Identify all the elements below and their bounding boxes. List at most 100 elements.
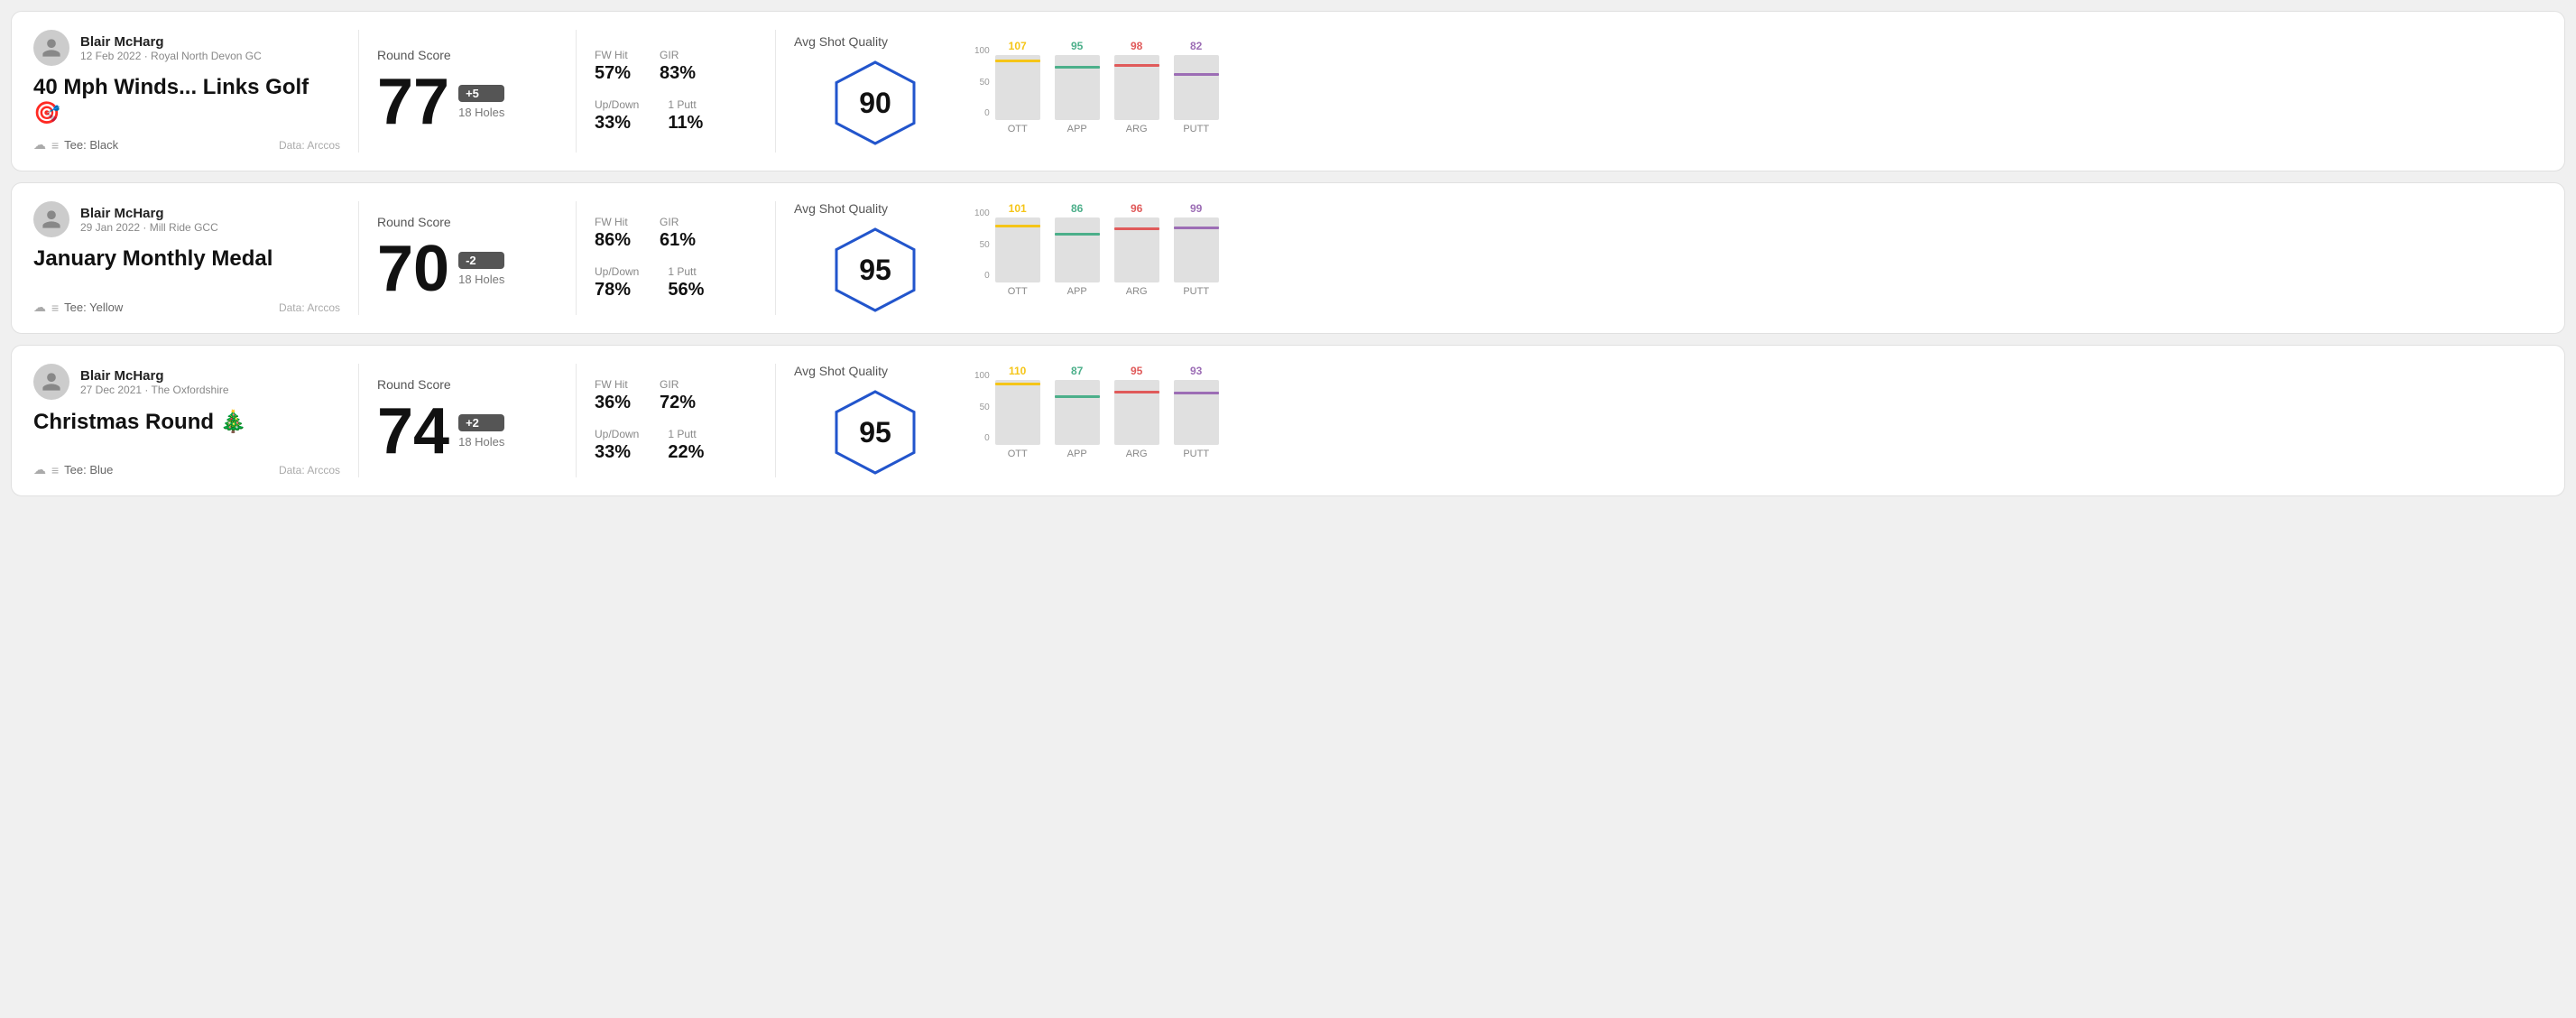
gir-value-3: 72% [660,393,696,413]
fw-hit-value-3: 36% [595,393,631,413]
quality-number-3: 95 [859,416,891,449]
score-label-3: Round Score [377,377,558,392]
updown-stat-3: Up/Down 33% [595,428,639,463]
left-section-2: Blair McHarg 29 Jan 2022 · Mill Ride GCC… [33,201,340,315]
quality-number-2: 95 [859,254,891,287]
user-row-1: Blair McHarg 12 Feb 2022 · Royal North D… [33,30,340,66]
gir-value-2: 61% [660,230,696,251]
bar-group-putt: 82 PUTT [1174,40,1219,134]
data-source-3: Data: Arccos [279,464,340,477]
quality-label-2: Avg Shot Quality [794,201,888,216]
bottom-row-1: ☁ ≡ Tee: Black Data: Arccos [33,137,340,153]
score-section-1: Round Score 77 +5 18 Holes [377,30,558,153]
stats-section-1: FW Hit 57% GIR 83% Up/Down 33% 1 Putt 11… [595,30,757,153]
quality-section-2: Avg Shot Quality 95 [794,201,956,315]
divider-2-1 [576,30,577,153]
round-title-2: January Monthly Medal [33,246,340,272]
score-main-1: 77 +5 18 Holes [377,69,558,134]
bar-accent-arg [1114,64,1159,67]
tee-info-1: ☁ ≡ Tee: Black [33,137,118,153]
y-axis-100: 100 [974,208,990,218]
user-name-2: Blair McHarg [80,206,218,221]
bar-accent-app [1055,395,1100,398]
left-section-1: Blair McHarg 12 Feb 2022 · Royal North D… [33,30,340,153]
fw-hit-label-3: FW Hit [595,378,631,391]
gir-label-1: GIR [660,49,696,61]
oneputt-stat-3: 1 Putt 22% [668,428,704,463]
score-label-1: Round Score [377,48,558,62]
stats-row-top-2: FW Hit 86% GIR 61% [595,216,757,251]
bar-value-putt: 99 [1190,202,1202,215]
updown-stat-1: Up/Down 33% [595,98,639,134]
quality-section-3: Avg Shot Quality 95 [794,364,956,477]
bar-value-putt: 82 [1190,40,1202,52]
wind-icon-2: ≡ [51,301,59,315]
divider-1-3 [358,364,359,477]
divider-3-3 [775,364,776,477]
quality-number-1: 90 [859,87,891,120]
person-icon-2 [41,208,62,230]
bar-body-putt [1174,55,1219,120]
left-section-3: Blair McHarg 27 Dec 2021 · The Oxfordshi… [33,364,340,477]
stats-row-top-3: FW Hit 36% GIR 72% [595,378,757,413]
gir-stat-1: GIR 83% [660,49,696,84]
bar-group-putt: 93 PUTT [1174,365,1219,459]
round-card-3: Blair McHarg 27 Dec 2021 · The Oxfordshi… [11,345,2565,496]
fw-hit-value-2: 86% [595,230,631,251]
oneputt-stat-2: 1 Putt 56% [668,265,704,301]
round-title-1: 40 Mph Winds... Links Golf 🎯 [33,75,340,126]
bar-accent-arg [1114,391,1159,393]
score-label-2: Round Score [377,215,558,229]
score-holes-3: 18 Holes [458,435,504,449]
chart-section-2: 100 50 0 101 OTT 86 APP 96 [956,201,2543,315]
stats-row-top-1: FW Hit 57% GIR 83% [595,49,757,84]
stats-row-bottom-2: Up/Down 78% 1 Putt 56% [595,265,757,301]
y-axis-100: 100 [974,371,990,381]
bar-body-arg [1114,55,1159,120]
bottom-row-3: ☁ ≡ Tee: Blue Data: Arccos [33,462,340,477]
bar-value-app: 95 [1071,40,1083,52]
y-axis-50: 50 [974,240,990,250]
score-number-2: 70 [377,236,449,301]
bar-label-putt: PUTT [1183,449,1209,459]
bar-body-ott [995,55,1040,120]
bar-value-ott: 107 [1009,40,1027,52]
bar-value-app: 86 [1071,202,1083,215]
bar-group-arg: 96 ARG [1114,202,1159,297]
bar-accent-arg [1114,227,1159,230]
bar-body-app [1055,55,1100,120]
hexagon-container-3: 95 [830,387,920,477]
bar-label-arg: ARG [1126,449,1148,459]
fw-hit-label-1: FW Hit [595,49,631,61]
user-info-1: Blair McHarg 12 Feb 2022 · Royal North D… [80,34,262,62]
updown-stat-2: Up/Down 78% [595,265,639,301]
bar-body-arg [1114,217,1159,282]
bar-label-arg: ARG [1126,124,1148,134]
bar-label-app: APP [1067,449,1087,459]
divider-2-2 [576,201,577,315]
bar-body-app [1055,217,1100,282]
avatar-3 [33,364,69,400]
updown-value-2: 78% [595,280,639,301]
data-source-1: Data: Arccos [279,139,340,152]
user-date-3: 27 Dec 2021 · The Oxfordshire [80,384,229,396]
hexagon-container-1: 90 [830,58,920,148]
tee-info-2: ☁ ≡ Tee: Yellow [33,300,123,315]
bar-label-app: APP [1067,286,1087,297]
y-axis-50: 50 [974,78,990,88]
quality-section-1: Avg Shot Quality 90 [794,30,956,153]
wind-icon-1: ≡ [51,138,59,153]
score-section-3: Round Score 74 +2 18 Holes [377,364,558,477]
bar-accent-ott [995,60,1040,62]
user-row-3: Blair McHarg 27 Dec 2021 · The Oxfordshi… [33,364,340,400]
cloud-icon-3: ☁ [33,462,46,477]
updown-value-1: 33% [595,113,639,134]
stats-row-bottom-1: Up/Down 33% 1 Putt 11% [595,98,757,134]
user-date-2: 29 Jan 2022 · Mill Ride GCC [80,221,218,234]
user-info-3: Blair McHarg 27 Dec 2021 · The Oxfordshi… [80,368,229,396]
user-row-2: Blair McHarg 29 Jan 2022 · Mill Ride GCC [33,201,340,237]
bar-accent-app [1055,233,1100,236]
divider-2-3 [576,364,577,477]
bar-label-arg: ARG [1126,286,1148,297]
bar-label-putt: PUTT [1183,124,1209,134]
